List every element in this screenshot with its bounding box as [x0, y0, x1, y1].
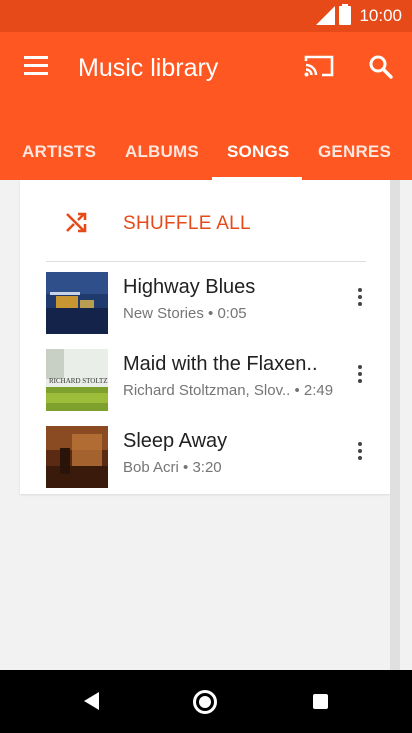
tab-albums[interactable]: ALBUMS [125, 142, 199, 162]
album-art-text: RICHARD STOLTZMAN [49, 377, 108, 385]
song-title: Maid with the Flaxen.. [123, 353, 318, 375]
song-row[interactable]: Sleep Away Bob Acri • 3:20 [20, 418, 390, 490]
album-art [46, 426, 108, 488]
recents-icon[interactable] [313, 694, 328, 709]
song-subtitle: Bob Acri • 3:20 [123, 459, 222, 476]
shuffle-all-button[interactable]: SHUFFLE ALL [20, 180, 390, 262]
songs-card: SHUFFLE ALL Highway Blues New Stories • … [20, 180, 390, 494]
shuffle-all-label: SHUFFLE ALL [123, 213, 251, 234]
song-row[interactable]: Highway Blues New Stories • 0:05 [20, 264, 390, 336]
song-subtitle: Richard Stoltzman, Slov.. • 2:49 [123, 382, 334, 399]
tab-bar: ARTISTS ALBUMS SONGS GENRES [0, 134, 412, 180]
navigation-bar [0, 670, 412, 733]
battery-icon [339, 4, 351, 25]
more-options-icon[interactable] [352, 442, 368, 464]
home-icon[interactable] [193, 690, 217, 714]
tab-songs[interactable]: SONGS [227, 142, 289, 162]
more-options-icon[interactable] [352, 288, 368, 310]
album-art: RICHARD STOLTZMAN [46, 349, 124, 411]
back-icon[interactable] [84, 692, 99, 710]
page-title: Music library [78, 54, 219, 82]
shuffle-icon [64, 210, 88, 234]
menu-icon[interactable] [24, 56, 48, 76]
search-icon[interactable] [368, 54, 394, 80]
app-bar: Music library ARTISTS ALBUMS SONGS GENRE… [0, 32, 412, 180]
song-title: Highway Blues [123, 276, 256, 298]
status-bar: 10:00 [0, 0, 412, 32]
tab-genres[interactable]: GENRES [318, 142, 391, 162]
song-row[interactable]: RICHARD STOLTZMAN Maid with the Flaxen..… [20, 341, 390, 413]
song-title: Sleep Away [123, 430, 228, 452]
tab-artists[interactable]: ARTISTS [22, 142, 96, 162]
more-options-icon[interactable] [352, 365, 368, 387]
album-art [46, 272, 108, 334]
signal-icon [316, 6, 335, 25]
cast-icon[interactable] [304, 54, 334, 78]
scrollbar[interactable] [390, 180, 400, 670]
song-subtitle: New Stories • 0:05 [123, 305, 247, 322]
status-time: 10:00 [359, 6, 402, 25]
divider [46, 261, 366, 262]
